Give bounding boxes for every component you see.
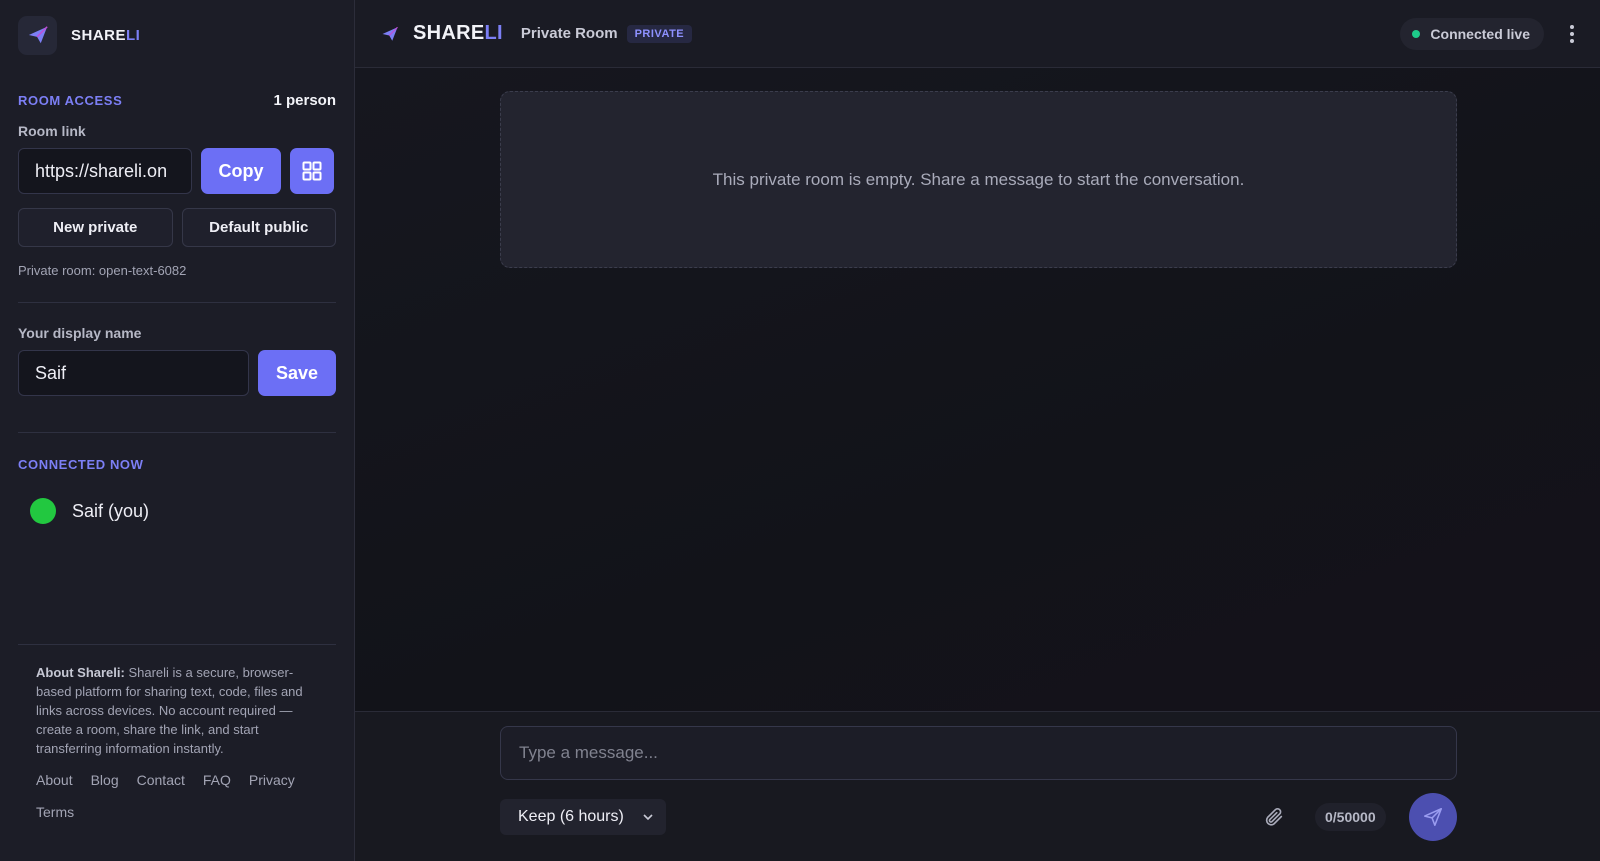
connected-now-title: CONNECTED NOW bbox=[18, 457, 144, 472]
qr-code-button[interactable] bbox=[290, 148, 334, 194]
main-area: SHARELI Private Room PRIVATE Connected l… bbox=[355, 0, 1600, 861]
connected-user-name: Saif (you) bbox=[72, 500, 150, 521]
more-options-icon[interactable] bbox=[1570, 24, 1574, 43]
about-section: About Shareli: Shareli is a secure, brow… bbox=[18, 644, 336, 820]
footer-links: About Blog Contact FAQ Privacy Terms bbox=[36, 772, 318, 820]
top-bar: SHARELI Private Room PRIVATE Connected l… bbox=[355, 0, 1600, 68]
connection-status-label: Connected live bbox=[1430, 25, 1530, 42]
room-name: Private Room bbox=[520, 25, 618, 42]
send-button[interactable] bbox=[1409, 793, 1457, 841]
display-name-label: Your display name bbox=[18, 325, 142, 341]
send-icon bbox=[1423, 807, 1443, 827]
keep-duration-select[interactable]: Keep (6 hours) bbox=[500, 799, 666, 835]
default-public-button[interactable]: Default public bbox=[181, 208, 336, 247]
room-link-input[interactable]: https://shareli.on bbox=[18, 148, 192, 194]
brand-name: SHARELI bbox=[71, 26, 141, 44]
empty-state: This private room is empty. Share a mess… bbox=[500, 91, 1457, 268]
footer-link-terms[interactable]: Terms bbox=[36, 804, 74, 820]
app-title: SHARELI bbox=[413, 22, 503, 44]
message-area: This private room is empty. Share a mess… bbox=[355, 68, 1600, 711]
divider bbox=[18, 432, 336, 433]
private-badge: PRIVATE bbox=[626, 24, 693, 43]
connected-user: Saif (you) bbox=[18, 498, 336, 524]
character-counter: 0/50000 bbox=[1315, 803, 1386, 831]
footer-link-blog[interactable]: Blog bbox=[91, 772, 119, 788]
display-name-input[interactable]: Saif bbox=[18, 350, 249, 396]
composer: Type a message... Keep (6 hours) 0/50000 bbox=[355, 711, 1600, 861]
save-button[interactable]: Save bbox=[258, 350, 336, 396]
message-input[interactable]: Type a message... bbox=[500, 726, 1457, 780]
keep-duration-value: Keep (6 hours) bbox=[518, 808, 624, 825]
about-text: About Shareli: Shareli is a secure, brow… bbox=[36, 665, 303, 756]
new-private-button[interactable]: New private bbox=[18, 208, 173, 247]
online-status-icon bbox=[30, 498, 56, 524]
footer-link-faq[interactable]: FAQ bbox=[203, 772, 231, 788]
room-access-title: ROOM ACCESS bbox=[18, 93, 123, 108]
chevron-down-icon bbox=[643, 814, 653, 821]
live-status-icon bbox=[1412, 29, 1421, 38]
paper-plane-icon bbox=[382, 26, 398, 41]
footer-link-about[interactable]: About bbox=[36, 772, 73, 788]
divider bbox=[18, 302, 336, 303]
paper-plane-logo-icon bbox=[18, 15, 57, 55]
grid-icon bbox=[302, 161, 322, 181]
paperclip-icon[interactable] bbox=[1263, 806, 1285, 828]
private-room-id: Private room: open-text-6082 bbox=[18, 263, 187, 278]
footer-link-privacy[interactable]: Privacy bbox=[249, 772, 295, 788]
connection-status: Connected live bbox=[1400, 17, 1544, 50]
copy-button[interactable]: Copy bbox=[201, 148, 281, 194]
sidebar: SHARELI ROOM ACCESS 1 person Room link h… bbox=[0, 0, 355, 861]
footer-link-contact[interactable]: Contact bbox=[137, 772, 185, 788]
brand: SHARELI bbox=[18, 0, 336, 70]
room-access-header: ROOM ACCESS 1 person bbox=[18, 92, 336, 109]
room-link-label: Room link bbox=[18, 123, 86, 139]
people-count: 1 person bbox=[273, 92, 336, 109]
